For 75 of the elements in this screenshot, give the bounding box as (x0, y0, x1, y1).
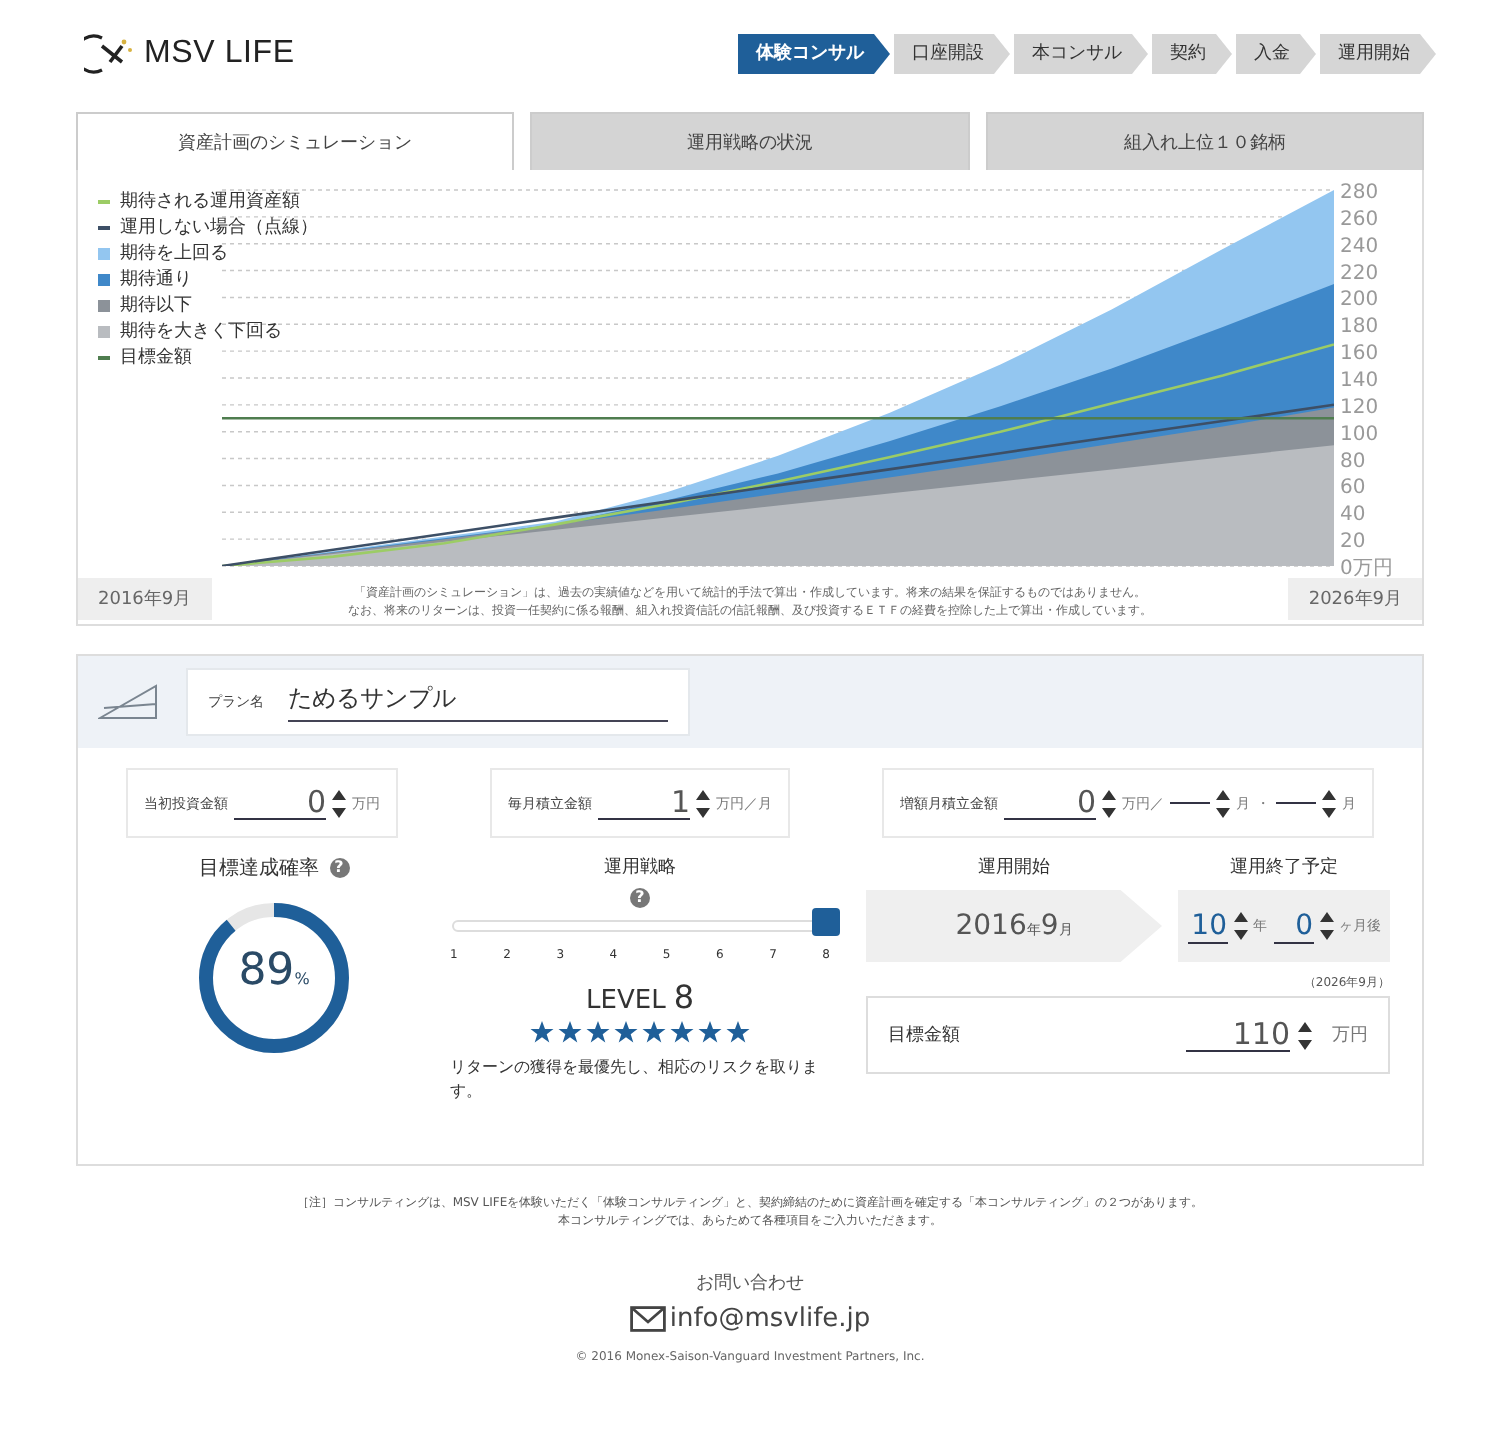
progress-step: 運用開始 (1320, 34, 1436, 74)
star-icon (726, 1020, 750, 1044)
spinner-icon[interactable] (696, 787, 710, 819)
axis-tick-label: 180 (1340, 316, 1379, 339)
axis-tick-label: 40 (1340, 504, 1366, 527)
axis-tick-label: 20 (1340, 531, 1366, 554)
axis-tick-label: 100 (1340, 423, 1379, 446)
level-number: 8 (673, 978, 694, 1016)
progress-step: 入金 (1236, 34, 1316, 74)
progress-step: 体験コンサル (738, 34, 890, 74)
spinner-icon[interactable] (1298, 1019, 1312, 1051)
tab[interactable]: 組入れ上位１０銘柄 (985, 112, 1424, 170)
help-icon[interactable]: ? (329, 858, 349, 878)
legend-label: 期待される運用資産額 (120, 190, 300, 214)
section-label: 運用開始 (978, 855, 1050, 880)
axis-tick-label: 200 (1340, 289, 1379, 312)
star-icon (614, 1020, 638, 1044)
number-field[interactable]: 0 (1004, 786, 1096, 820)
progress-step: 契約 (1152, 34, 1232, 74)
star-icon (558, 1020, 582, 1044)
axis-tick-label: 0万円 (1340, 558, 1393, 578)
axis-tick-label: 140 (1340, 370, 1379, 392)
star-icon (698, 1020, 722, 1044)
section-label: 目標達成確率 (199, 855, 319, 882)
tab[interactable]: 資産計画のシミュレーション (76, 112, 515, 170)
legend-label: 期待以下 (120, 294, 192, 318)
legend-label: 目標金額 (120, 346, 192, 370)
unit-label: 万円 (1332, 1024, 1368, 1048)
strategy-description: リターンの獲得を最優先し、相応のリスクを取ります。 (450, 1056, 820, 1104)
email-link[interactable]: info@msvlife.jp (669, 1304, 871, 1334)
months-field[interactable]: 0 (1273, 909, 1313, 943)
axis-tick-label: 220 (1340, 262, 1379, 285)
level-label: LEVEL (586, 986, 666, 1016)
start-date-label: 2016年9月 (78, 578, 212, 620)
star-icon (586, 1020, 610, 1044)
section-label: 運用戦略 (604, 855, 676, 880)
years-field[interactable]: 10 (1187, 909, 1227, 943)
end-date-label: 2026年9月 (1288, 578, 1422, 620)
spinner-icon[interactable] (1233, 910, 1247, 942)
axis-tick-label: 60 (1340, 477, 1366, 500)
tab[interactable]: 運用戦略の状況 (530, 112, 970, 170)
field-label: 目標金額 (888, 1023, 962, 1048)
star-icon (642, 1020, 666, 1044)
spinner-icon[interactable] (1322, 787, 1336, 819)
spinner-icon[interactable] (1319, 910, 1333, 942)
ruler-icon (98, 682, 158, 722)
legend-label: 期待を大きく下回る (120, 320, 282, 344)
progress-step: 口座開設 (894, 34, 1010, 74)
star-icon (530, 1020, 554, 1044)
slider-handle[interactable] (812, 908, 840, 936)
legend-label: 期待を上回る (120, 242, 228, 266)
axis-tick-label: 80 (1340, 450, 1366, 473)
target-amount-field[interactable]: 110 (1186, 1018, 1290, 1052)
help-icon[interactable]: ? (630, 888, 650, 908)
axis-tick-label: 160 (1340, 343, 1379, 366)
contact-label: お問い合わせ (696, 1271, 804, 1296)
legend-label: 運用しない場合（点線） (120, 216, 318, 240)
axis-tick-label: 260 (1340, 208, 1379, 231)
section-label: 運用終了予定 (1230, 855, 1338, 880)
plan-name-field[interactable]: ためるサンプル (288, 682, 668, 722)
spinner-icon[interactable] (332, 787, 346, 819)
mail-icon (629, 1306, 666, 1332)
star-icon (670, 1020, 694, 1044)
progress-step: 本コンサル (1014, 34, 1148, 74)
rate-value: 89% (236, 946, 312, 996)
axis-tick-label: 240 (1340, 235, 1379, 258)
axis-tick-label: 120 (1340, 396, 1379, 419)
number-field[interactable]: 0 (234, 786, 326, 820)
axis-tick-label: 280 (1340, 182, 1379, 204)
legend-label: 期待通り (120, 268, 192, 292)
spinner-icon[interactable] (1216, 787, 1230, 819)
number-field[interactable]: 1 (598, 786, 690, 820)
logo-text[interactable]: MSV LIFE (144, 36, 295, 72)
spinner-icon[interactable] (1102, 787, 1116, 819)
logo-icon (84, 32, 136, 76)
